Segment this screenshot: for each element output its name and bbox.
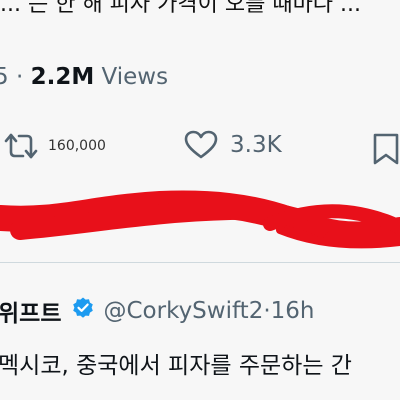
red-scribble-redaction [0,190,400,249]
retweet-icon [4,132,38,160]
views-count: 2.2M [30,64,95,90]
reply-handle[interactable]: @CorkySwift2 [103,298,263,324]
views-prefix: 5 · [0,64,24,90]
views-line: 5 · 2.2M Views [0,64,168,90]
tweet-text-partial: ... 는 한 해 피자 가격이 오를 때마다 ... [0,0,362,17]
reply-display-name[interactable]: 위프트 [0,294,61,328]
verified-badge-icon [71,296,95,326]
reply-separator: · [263,298,271,324]
tweet-divider [0,262,400,263]
retweet-button[interactable]: 160,000 [4,132,106,160]
reply-text: 멕시코, 중국에서 피자를 주문하는 간 [0,353,352,379]
retweet-count: 160,000 [48,138,106,154]
heart-icon [184,130,218,160]
tweet-actions-bar: 160,000 3.3K [0,130,400,170]
reply-header: 위프트 @CorkySwift2 · 16h [0,294,314,328]
bookmark-button[interactable] [372,132,400,166]
reply-time[interactable]: 16h [271,298,315,324]
views-label: Views [101,64,169,90]
like-count: 3.3K [230,132,282,158]
like-button[interactable]: 3.3K [184,130,282,160]
bookmark-icon [372,132,400,166]
